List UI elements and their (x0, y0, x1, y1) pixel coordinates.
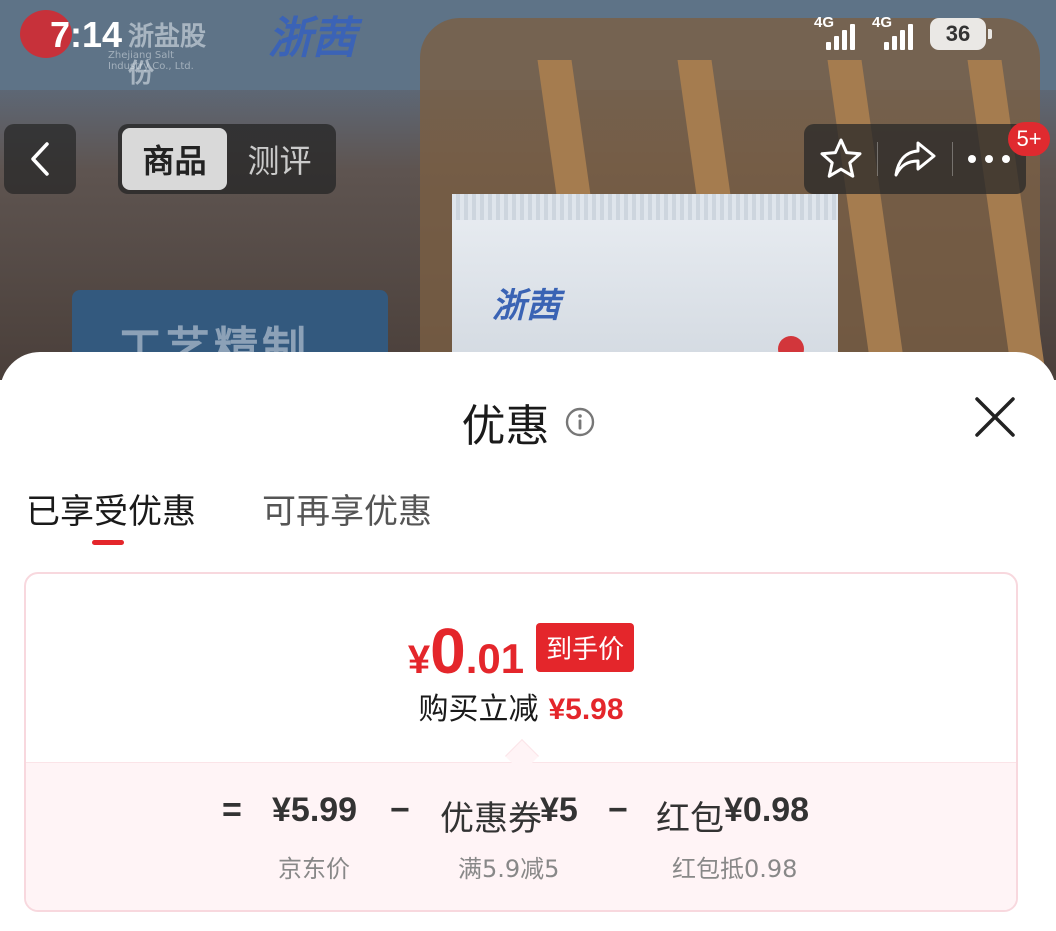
final-price-tag: 到手价 (536, 622, 635, 672)
notification-badge: 5+ (1008, 122, 1050, 156)
saving-row: 购买立减 ¥5.98 (26, 684, 1016, 728)
minus-sign: − (608, 791, 628, 829)
signal-icon: 4G (872, 14, 920, 54)
price-decimal: .01 (465, 635, 525, 682)
status-icons: 4G 4G 36 (814, 14, 992, 54)
price-integer: 0 (430, 615, 466, 687)
more-icon (968, 155, 1011, 163)
breakdown-row: = ¥5.99 − 优惠券 ¥5 − 红包 ¥0.98 (26, 791, 1016, 839)
saving-label: 购买立减 (418, 692, 539, 727)
sheet-header: 优惠 (0, 390, 1056, 454)
back-button[interactable] (4, 124, 76, 194)
image-bag-logo: 浙茜 (492, 286, 560, 326)
close-icon (975, 397, 1015, 437)
battery-icon: 36 (930, 18, 992, 50)
price-breakdown: = ¥5.99 − 优惠券 ¥5 − 红包 ¥0.98 京东价 满5.9减5 红… (26, 762, 1016, 910)
signal-icon: 4G (814, 14, 862, 54)
favorite-button[interactable] (804, 124, 877, 194)
share-button[interactable] (878, 124, 951, 194)
red-packet-value: ¥0.98 (724, 791, 810, 829)
close-button[interactable] (972, 394, 1018, 440)
tab-enjoyed-discounts[interactable]: 已享受优惠 (26, 484, 196, 545)
price-currency: ¥ (407, 638, 431, 682)
saving-value: ¥5.98 (548, 693, 624, 726)
share-icon (894, 141, 936, 177)
sheet-title: 优惠 (461, 401, 550, 452)
battery-level: 36 (945, 21, 971, 46)
star-icon (820, 138, 862, 178)
equals-sign: = (222, 791, 242, 829)
tab-product[interactable]: 商品 (122, 128, 227, 190)
image-bag-seal (452, 194, 838, 220)
brand-logo-top: 浙茜 (268, 13, 356, 64)
action-bar (804, 124, 1026, 194)
tab-more-discounts[interactable]: 可再享优惠 (262, 484, 432, 533)
info-icon[interactable] (565, 407, 595, 437)
coupon-caption: 满5.9减5 (458, 855, 560, 883)
chevron-left-icon (31, 142, 49, 176)
jd-price-value: ¥5.99 (272, 791, 358, 829)
minus-sign: − (390, 791, 410, 829)
page-tabs: 商品 测评 (118, 124, 336, 194)
coupon-value: ¥5 (540, 791, 578, 829)
status-time: 7:14 (50, 14, 123, 55)
tab-review[interactable]: 测评 (227, 128, 332, 190)
price-card: ¥ 0 .01 到手价 购买立减 ¥5.98 = ¥5.99 − 优惠券 ¥5 −… (24, 572, 1018, 912)
discount-tabs: 已享受优惠 可再享优惠 (26, 484, 432, 545)
coupon-label: 优惠券 (440, 799, 542, 839)
red-packet-label: 红包 (656, 799, 724, 839)
jd-price-caption: 京东价 (278, 855, 350, 883)
brand-logo-left-sub: Zhejiang Salt Industry Co., Ltd. (108, 50, 194, 72)
final-price: ¥ 0 .01 到手价 (26, 614, 1016, 688)
discount-sheet: 优惠 已享受优惠 可再享优惠 ¥ 0 .01 到手价 购买立减 ¥5.98 = ¥… (0, 352, 1056, 931)
red-packet-caption: 红包抵0.98 (672, 855, 798, 883)
